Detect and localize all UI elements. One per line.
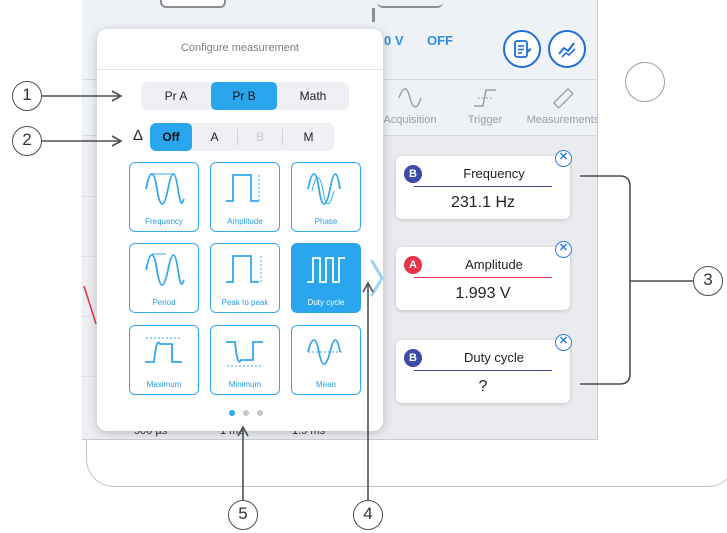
measurement-type-peak-to-peak[interactable]: Peak to peak — [210, 243, 280, 313]
mean-icon — [307, 339, 344, 365]
close-icon[interactable]: ✕ — [555, 334, 572, 351]
probe-badge: A — [404, 256, 422, 274]
tile-label: Duty cycle — [307, 298, 345, 307]
duty-cycle-icon — [307, 257, 345, 283]
notes-button[interactable] — [503, 30, 541, 68]
tab-label: Trigger — [467, 114, 503, 126]
trend-chart-icon — [558, 42, 576, 58]
callout-3: 3 — [693, 266, 723, 296]
probe-badge: B — [404, 349, 422, 367]
page-dot[interactable] — [229, 410, 235, 416]
measurement-type-period[interactable]: Period — [129, 243, 199, 313]
probe-badge: B — [404, 165, 422, 183]
measurement-card-duty-cycle[interactable]: B Duty cycle ? ✕ — [396, 334, 572, 403]
measurement-card-amplitude[interactable]: A Amplitude 1.993 V ✕ — [396, 241, 572, 310]
source-option-pr-b[interactable]: Pr B — [211, 82, 277, 110]
phase-wave-icon — [307, 173, 341, 205]
tab-label: Measurements — [526, 114, 598, 126]
ruler-icon — [552, 87, 574, 109]
tile-label: Mean — [315, 380, 336, 389]
chevron-right-icon[interactable] — [370, 259, 384, 297]
analysis-button[interactable] — [548, 30, 586, 68]
peak-to-peak-icon — [226, 255, 262, 283]
measurement-type-phase[interactable]: Phase — [291, 162, 361, 232]
probe-color-line — [414, 186, 552, 187]
tile-label: Minimum — [228, 380, 262, 389]
measurement-type-minimum[interactable]: Minimum — [210, 325, 280, 395]
measurement-type-mean[interactable]: Mean — [291, 325, 361, 395]
source-segmented-control: Pr A Pr B Math — [141, 82, 349, 110]
page-dot[interactable] — [257, 410, 263, 416]
voltage-readout: 0 V — [384, 33, 404, 48]
measurement-type-duty-cycle[interactable]: Duty cycle — [291, 243, 361, 313]
measurement-value: ? — [478, 378, 488, 395]
tab-label: Acquisition — [383, 114, 437, 126]
callout-5: 5 — [228, 500, 258, 530]
page-dot[interactable] — [243, 410, 249, 416]
measurement-type-amplitude[interactable]: Amplitude — [210, 162, 280, 232]
tile-label: Phase — [314, 217, 338, 226]
minimum-icon — [226, 341, 263, 367]
top-control-stub[interactable] — [160, 0, 226, 8]
frequency-wave-icon — [145, 173, 185, 205]
delta-symbol: Δ — [133, 127, 144, 144]
tile-label: Peak to peak — [221, 298, 269, 307]
delta-option-a[interactable]: A — [192, 123, 237, 151]
measurement-label: Amplitude — [465, 257, 523, 272]
measurement-value: 1.993 V — [455, 285, 511, 302]
amplitude-square-icon — [226, 174, 260, 202]
trigger-edge-icon — [474, 89, 496, 107]
sine-wave-icon — [398, 88, 422, 108]
close-icon[interactable]: ✕ — [555, 241, 572, 258]
measurement-value: 231.1 Hz — [450, 194, 516, 211]
probe-color-line — [414, 277, 552, 278]
measurement-label: Duty cycle — [464, 350, 524, 365]
measurement-type-maximum[interactable]: Maximum — [129, 325, 199, 395]
source-option-pr-a[interactable]: Pr A — [141, 82, 211, 110]
callout-1: 1 — [12, 81, 42, 111]
delta-option-b: B — [255, 130, 264, 144]
close-icon[interactable]: ✕ — [555, 150, 572, 167]
tab-trigger[interactable]: Trigger — [440, 86, 530, 126]
callout-2: 2 — [12, 126, 42, 156]
notes-icon — [514, 40, 532, 58]
tile-label: Maximum — [146, 380, 182, 389]
measurement-label: Frequency — [463, 166, 525, 181]
maximum-icon — [145, 337, 182, 363]
top-control-stub[interactable] — [377, 0, 443, 8]
delta-segmented-control: Off A B M — [150, 123, 334, 151]
probe-color-line — [414, 370, 552, 371]
tile-label: Amplitude — [227, 217, 263, 226]
tab-measurements[interactable]: Measurements — [518, 86, 598, 126]
popover-title: Configure measurement — [180, 42, 299, 54]
run-state-toggle[interactable]: OFF — [427, 33, 453, 48]
delta-option-m[interactable]: M — [283, 123, 334, 151]
delta-option-off[interactable]: Off — [150, 123, 192, 151]
divider — [97, 69, 383, 70]
tile-label: Period — [152, 298, 176, 307]
top-divider — [372, 8, 375, 22]
measurement-type-frequency[interactable]: Frequency — [129, 162, 199, 232]
period-wave-icon — [145, 253, 185, 286]
measurement-card-frequency[interactable]: B Frequency 231.1 Hz ✕ — [396, 150, 572, 219]
callout-4: 4 — [353, 500, 383, 530]
source-option-math[interactable]: Math — [277, 82, 349, 110]
tile-label: Frequency — [145, 217, 183, 226]
home-button[interactable] — [625, 62, 665, 102]
